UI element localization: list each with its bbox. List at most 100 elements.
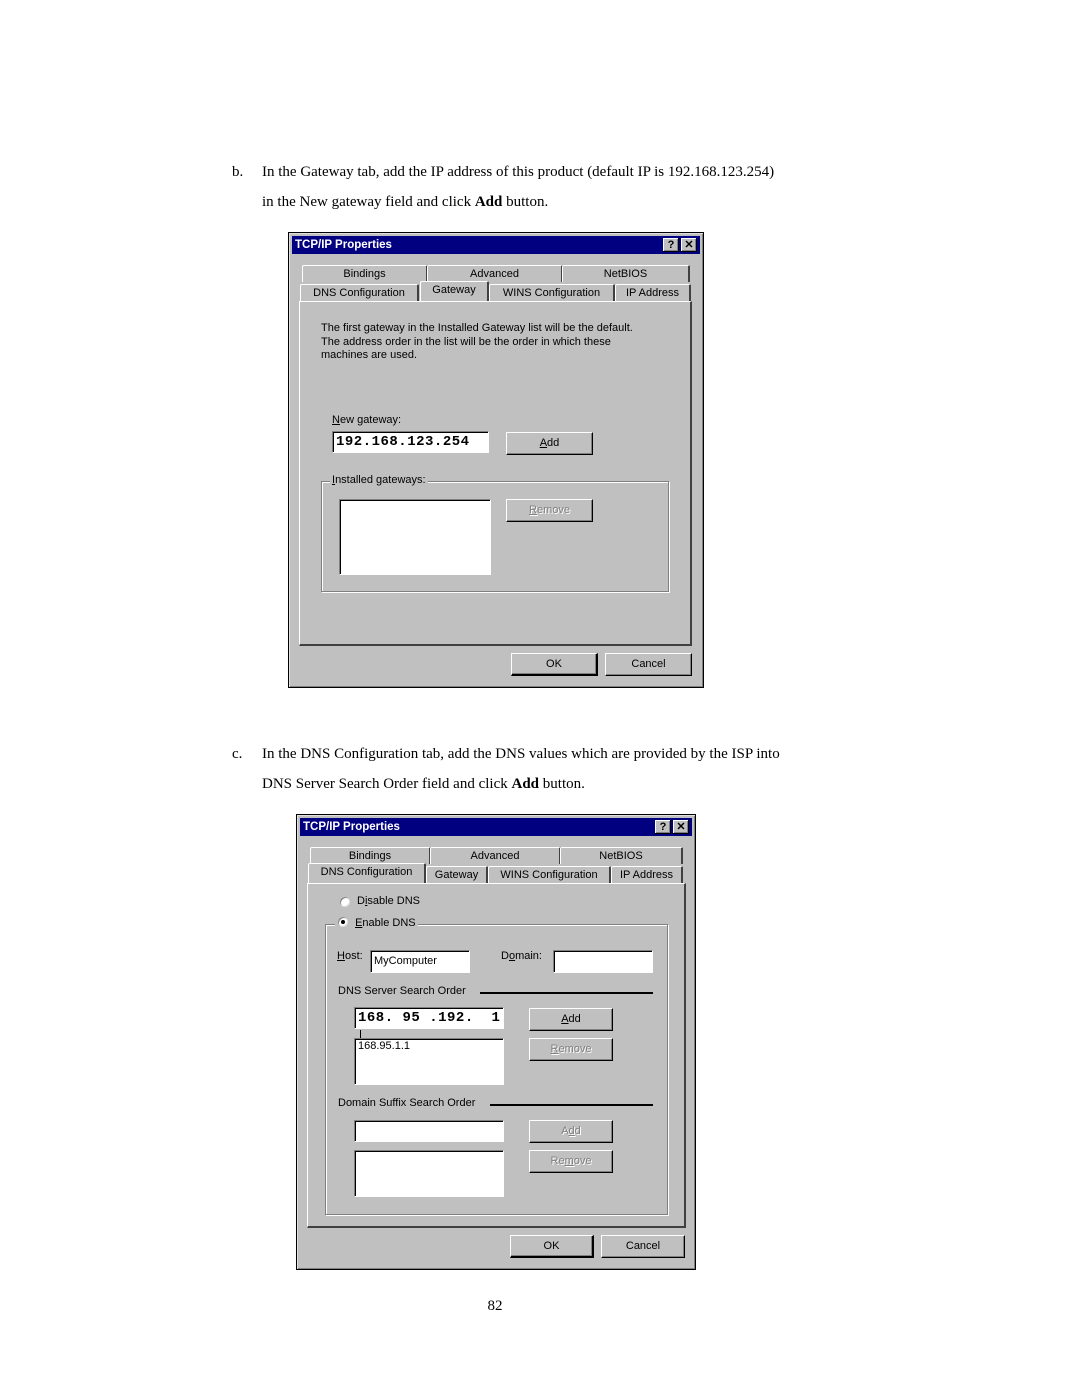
step-b-line2: in the New gateway field and click Add b… <box>262 187 852 217</box>
tab-dns-configuration[interactable]: DNS Configuration <box>300 284 419 301</box>
close-icon[interactable]: ✕ <box>681 238 697 252</box>
gateway-description: The first gateway in the Installed Gatew… <box>321 322 633 363</box>
new-gateway-input[interactable]: 192.168.123.254 <box>332 431 489 453</box>
tab-bindings[interactable]: Bindings <box>310 847 431 864</box>
dns-server-input[interactable]: 168. 95 .192. 1 <box>354 1007 504 1045</box>
accel-key: H <box>337 950 345 962</box>
dns-tab-panel: Disable DNS Enable DNS Host: MyComputer … <box>307 883 686 1228</box>
label-text: ost: <box>344 950 363 962</box>
dns-server-list[interactable]: 168.95.1.1 <box>354 1038 504 1085</box>
installed-gateways-list[interactable] <box>339 499 491 575</box>
domain-suffix-separator <box>490 1104 653 1106</box>
step-b-line2-end: button. <box>502 194 549 210</box>
tab-ip-address[interactable]: IP Address <box>615 284 691 301</box>
description-line-2: The address order in the list will be th… <box>321 335 611 348</box>
step-b-label: b. <box>232 164 244 180</box>
suffix-add-button[interactable]: Add <box>529 1120 613 1143</box>
step-b-line1: In the Gateway tab, add the IP address o… <box>262 164 775 180</box>
disable-dns-radio[interactable] <box>339 896 351 908</box>
step-b-bold-add: Add <box>474 194 503 210</box>
cancel-button[interactable]: Cancel <box>605 653 692 676</box>
accel-key: R <box>529 504 537 516</box>
label-text: D <box>357 895 365 907</box>
domain-suffix-input[interactable] <box>354 1120 504 1142</box>
domain-suffix-search-order-label: Domain Suffix Search Order <box>338 1097 476 1109</box>
dns-server-separator <box>480 992 653 994</box>
help-icon[interactable]: ? <box>663 238 679 252</box>
tab-advanced[interactable]: Advanced <box>427 265 563 282</box>
enable-dns-option[interactable]: Enable DNS <box>335 916 418 931</box>
button-text: dd <box>547 437 560 449</box>
dialog-title: TCP/IP Properties <box>295 239 392 251</box>
dns-add-button[interactable]: Add <box>529 1008 613 1031</box>
label-text: D <box>501 950 509 962</box>
radio-selected-dot <box>341 920 345 925</box>
suffix-remove-button[interactable]: Remove <box>529 1150 613 1173</box>
dns-server-input-value: 168. 95 .192. 1 <box>358 1010 501 1026</box>
button-text: emove <box>558 1043 592 1055</box>
close-icon[interactable]: ✕ <box>673 820 689 834</box>
domain-label: Domain: <box>501 950 542 962</box>
description-line-3: machines are used. <box>321 349 417 361</box>
button-text: dd <box>568 1013 581 1025</box>
dialog-title: TCP/IP Properties <box>303 821 400 833</box>
tab-dns-configuration[interactable]: DNS Configuration <box>308 863 426 883</box>
button-text: d <box>574 1125 581 1137</box>
new-gateway-label: New gateway: <box>332 414 401 426</box>
button-text: A <box>561 1125 569 1137</box>
help-icon[interactable]: ? <box>655 820 671 834</box>
tab-netbios[interactable]: NetBIOS <box>562 265 690 282</box>
title-bar: TCP/IP Properties ? ✕ <box>300 818 692 836</box>
step-c-line1: In the DNS Configuration tab, add the DN… <box>262 746 780 762</box>
tab-gateway[interactable]: Gateway <box>420 281 489 301</box>
installed-gateways-label: Installed gateways: <box>330 474 428 486</box>
tab-bindings[interactable]: Bindings <box>302 265 428 282</box>
tab-gateway[interactable]: Gateway <box>426 866 488 883</box>
label-text: nable DNS <box>362 917 416 929</box>
label-text: main: <box>515 950 542 962</box>
label-text: ew gateway: <box>339 414 402 426</box>
accel-key: N <box>332 414 340 426</box>
accel-key: A <box>539 437 548 449</box>
ok-button[interactable]: OK <box>511 653 598 676</box>
domain-input[interactable] <box>553 950 653 973</box>
button-text: Re <box>550 1155 565 1167</box>
page-number: 82 <box>487 1298 503 1314</box>
button-text: ove <box>573 1155 592 1167</box>
enable-dns-label: Enable DNS <box>355 917 416 929</box>
tab-advanced[interactable]: Advanced <box>430 847 561 864</box>
tab-wins-configuration[interactable]: WINS Configuration <box>488 866 611 883</box>
tab-netbios[interactable]: NetBIOS <box>560 847 683 864</box>
accel-key: m <box>564 1155 574 1167</box>
enable-dns-radio[interactable] <box>337 916 349 929</box>
gateway-tab-panel: The first gateway in the Installed Gatew… <box>299 301 692 646</box>
step-c-label: c. <box>232 746 243 762</box>
step-c-line2: DNS Server Search Order field and click … <box>262 769 852 799</box>
tab-ip-address[interactable]: IP Address <box>611 866 683 883</box>
domain-suffix-list[interactable] <box>354 1150 504 1197</box>
host-input[interactable]: MyComputer <box>370 950 470 973</box>
add-button[interactable]: Add <box>506 432 593 455</box>
tcpip-dialog-gateway: TCP/IP Properties ? ✕ Bindings Advanced … <box>288 232 704 688</box>
step-c-bold-add: Add <box>511 776 540 792</box>
title-bar: TCP/IP Properties ? ✕ <box>292 236 700 254</box>
step-c-line2-end: button. <box>539 776 585 792</box>
ok-button[interactable]: OK <box>510 1235 594 1258</box>
step-b-line2-text: in the New gateway field and click <box>262 194 475 210</box>
dns-server-search-order-label: DNS Server Search Order <box>338 985 466 997</box>
step-c-paragraph: c. In the DNS Configuration tab, add the… <box>232 739 852 799</box>
dns-server-list-item[interactable]: 168.95.1.1 <box>358 1040 503 1052</box>
label-text: nstalled gateways: <box>335 474 426 486</box>
cancel-button[interactable]: Cancel <box>601 1235 685 1258</box>
step-c-line2-text: DNS Server Search Order field and click <box>262 776 512 792</box>
button-text: emove <box>536 504 570 516</box>
remove-button[interactable]: Remove <box>506 499 593 522</box>
dns-remove-button[interactable]: Remove <box>529 1038 613 1061</box>
description-line-1: The first gateway in the Installed Gatew… <box>321 322 633 334</box>
disable-dns-label[interactable]: Disable DNS <box>357 895 420 907</box>
tcpip-dialog-dns: TCP/IP Properties ? ✕ Bindings Advanced … <box>296 814 696 1270</box>
accel-key: A <box>561 1013 569 1025</box>
host-label: Host: <box>337 950 363 962</box>
step-b-paragraph: b. In the Gateway tab, add the IP addres… <box>232 157 852 217</box>
tab-wins-configuration[interactable]: WINS Configuration <box>489 284 615 301</box>
